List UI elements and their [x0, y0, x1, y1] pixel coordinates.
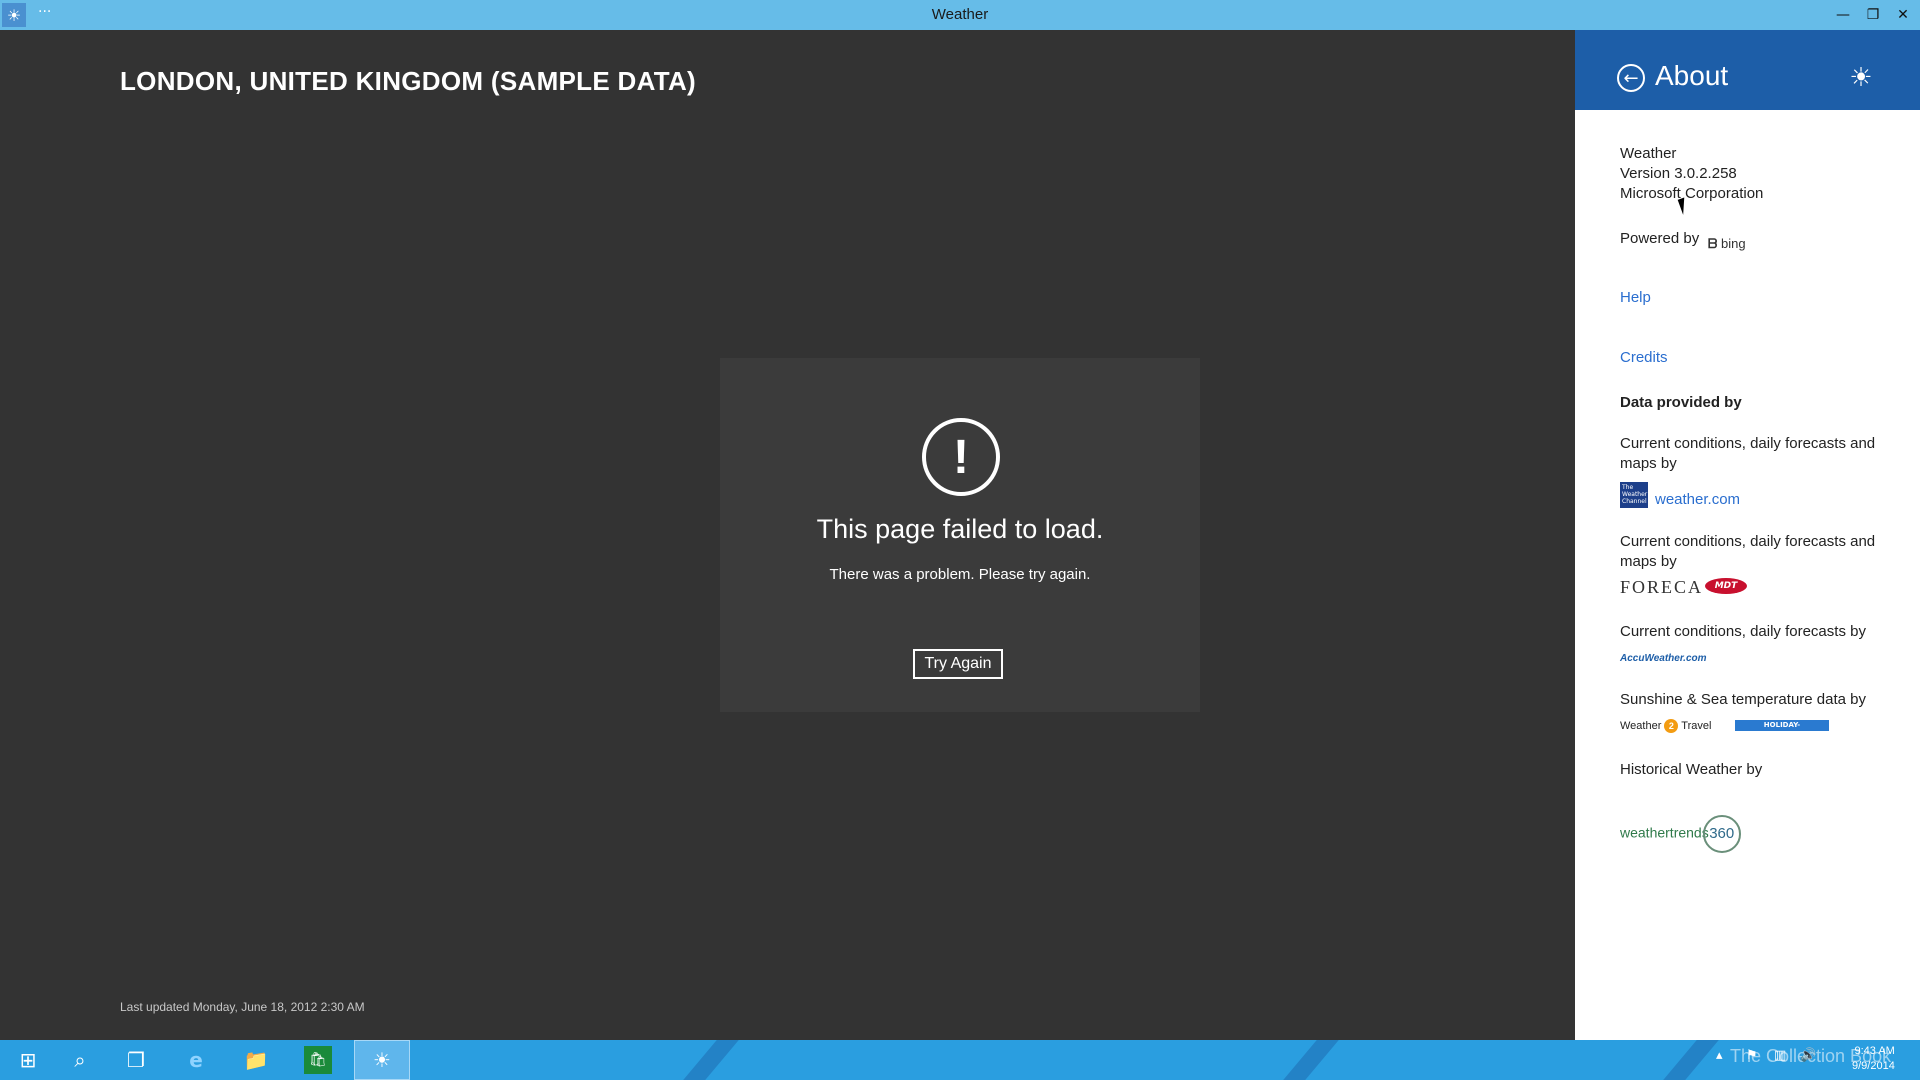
credits-link[interactable]: Credits [1620, 349, 1668, 366]
about-header: ← About ☀ [1575, 30, 1920, 110]
store-icon[interactable]: 🛍 [290, 1040, 346, 1080]
last-updated-text: Last updated Monday, June 18, 2012 2:30 … [120, 1000, 365, 1014]
error-message: There was a problem. Please try again. [829, 566, 1091, 583]
close-icon[interactable]: ✕ [1888, 0, 1918, 30]
foreca-logo: FORECA [1620, 577, 1704, 597]
error-panel: ! This page failed to load. There was a … [720, 358, 1200, 712]
file-explorer-icon[interactable]: 📁 [228, 1040, 284, 1080]
page-title: LONDON, UNITED KINGDOM (SAMPLE DATA) [120, 66, 697, 96]
error-title: This page failed to load. [816, 514, 1104, 544]
task-view-icon[interactable]: ❐ [108, 1040, 164, 1080]
provider-text: Current conditions, daily forecasts and … [1620, 435, 1876, 472]
window-titlebar: ☀ ··· Weather — ❐ ✕ [0, 0, 1920, 30]
window-title: Weather [931, 6, 989, 23]
action-center-icon[interactable]: ⚑ [1746, 1048, 1758, 1063]
volume-icon[interactable]: 🔊 [1800, 1048, 1816, 1063]
windows-start-icon[interactable]: ⊞ [0, 1040, 56, 1080]
about-title: About [1655, 60, 1729, 91]
weather2travel-logo: Weather 2 Travel [1620, 719, 1712, 733]
clock-date: 9/9/2014 [1852, 1060, 1895, 1072]
network-icon[interactable]: ▥ [1774, 1048, 1786, 1063]
weather-com-link[interactable]: weather.com [1655, 491, 1740, 508]
help-link[interactable]: Help [1620, 289, 1651, 306]
bing-logo: ᗷ bing [1708, 236, 1746, 251]
tray-expand-icon[interactable]: ▴ [1716, 1048, 1723, 1063]
app-name: Weather [1620, 145, 1677, 162]
taskbar: ⊞ ⌕ ❐ e 📁 🛍 ☀ The Collection Book ▴ ⚑ ▥ … [0, 1040, 1920, 1080]
provider-text: Sunshine & Sea temperature data by [1620, 691, 1866, 708]
back-arrow-icon[interactable]: ← [1617, 64, 1645, 92]
clock-time: 9:43 AM [1854, 1045, 1895, 1057]
try-again-button[interactable]: Try Again [913, 649, 1003, 679]
search-icon[interactable]: ⌕ [52, 1040, 108, 1080]
bing-logo-text: bing [1721, 236, 1746, 251]
provider-text: Historical Weather by [1620, 761, 1763, 778]
provider-text: Current conditions, daily forecasts and … [1620, 533, 1876, 570]
minimize-icon[interactable]: — [1828, 0, 1858, 30]
holiday-weather-logo: HOLIDAY-WEATHER.COM [1735, 720, 1829, 740]
data-provided-heading: Data provided by [1620, 394, 1742, 411]
sun-icon: ☀ [1849, 63, 1873, 93]
clock[interactable]: 9:43 AM 9/9/2014 [1852, 1044, 1895, 1074]
provider-text: Current conditions, daily forecasts by [1620, 623, 1866, 640]
exclamation-icon: ! [922, 418, 1000, 496]
mdt-logo: MDT [1705, 578, 1747, 594]
accuweather-logo: AccuWeather.com [1620, 653, 1707, 664]
app-version: Version 3.0.2.258 [1620, 165, 1737, 182]
weathertrends360-logo: weathertrends360 [1620, 815, 1741, 853]
main-content: LONDON, UNITED KINGDOM (SAMPLE DATA) ! T… [0, 30, 1575, 1040]
weather-taskbar-icon[interactable]: ☀ [354, 1040, 410, 1080]
powered-by-label: Powered by [1620, 230, 1700, 247]
weather-channel-logo: The Weather Channel [1620, 482, 1648, 508]
restore-icon[interactable]: ❐ [1858, 0, 1888, 30]
about-flyout: ← About ☀ Weather Version 3.0.2.258 Micr… [1575, 30, 1920, 1040]
internet-explorer-icon[interactable]: e [168, 1040, 224, 1080]
